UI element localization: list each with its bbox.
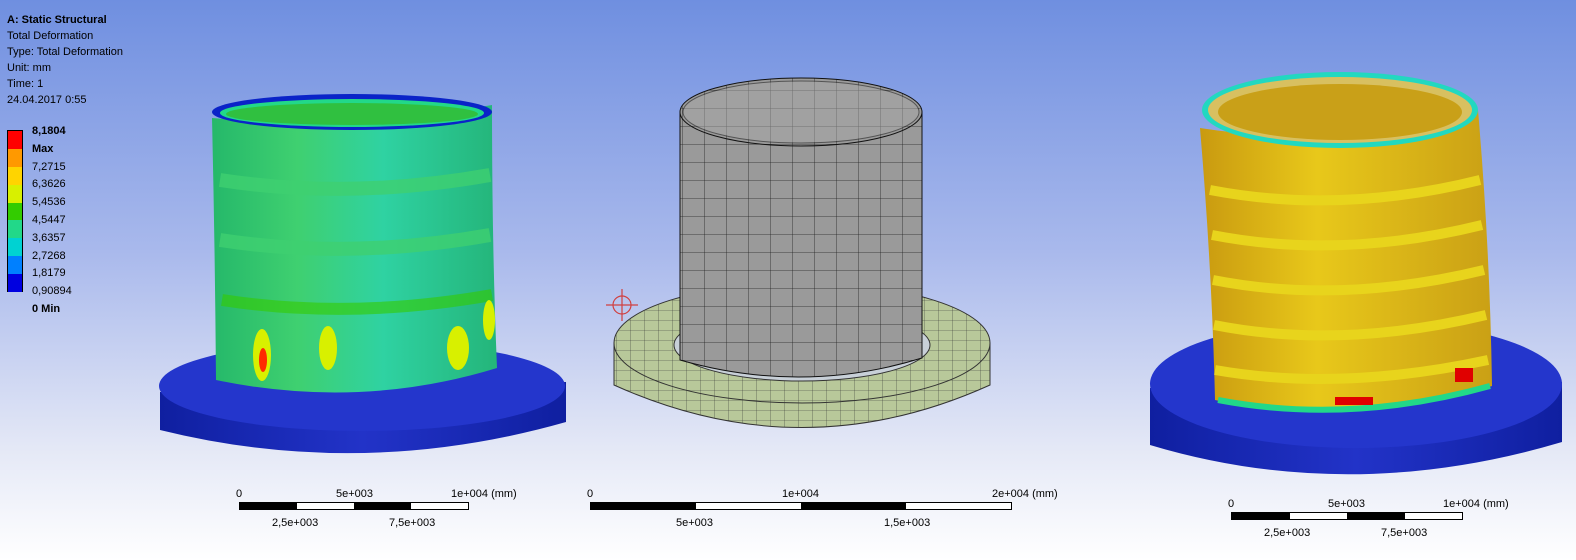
scale-label: 1,5e+003 [884,517,931,529]
scale-label: 0 [587,488,594,500]
scale-bar [590,502,1012,510]
scale-label: 2,5e+003 [272,517,319,529]
scale-label: 5e+003 [336,488,374,500]
scale-label: 1e+004 (mm) [451,488,517,500]
deformed-model-right [1150,72,1562,475]
scale-label: 5e+003 [1328,498,1366,510]
deformed-model-left [159,94,566,454]
scale-label: 0 [236,488,243,500]
scale-bar [1231,512,1463,520]
graphics-viewport[interactable]: A: Static Structural Total Deformation T… [0,0,1576,560]
scale-label: 7,5e+003 [389,517,436,529]
scale-label: 5e+003 [676,517,714,529]
model-views [159,72,1562,475]
scale-label: 1e+004 (mm) [1443,498,1509,510]
scale-label: 2e+004 (mm) [992,488,1058,500]
scale-label: 2,5e+003 [1264,527,1311,539]
scale-label: 7,5e+003 [1381,527,1428,539]
scale-label: 1e+004 [782,488,820,500]
mesh-model-middle [606,77,991,428]
scale-label: 0 [1228,498,1235,510]
scale-bar [239,502,469,510]
